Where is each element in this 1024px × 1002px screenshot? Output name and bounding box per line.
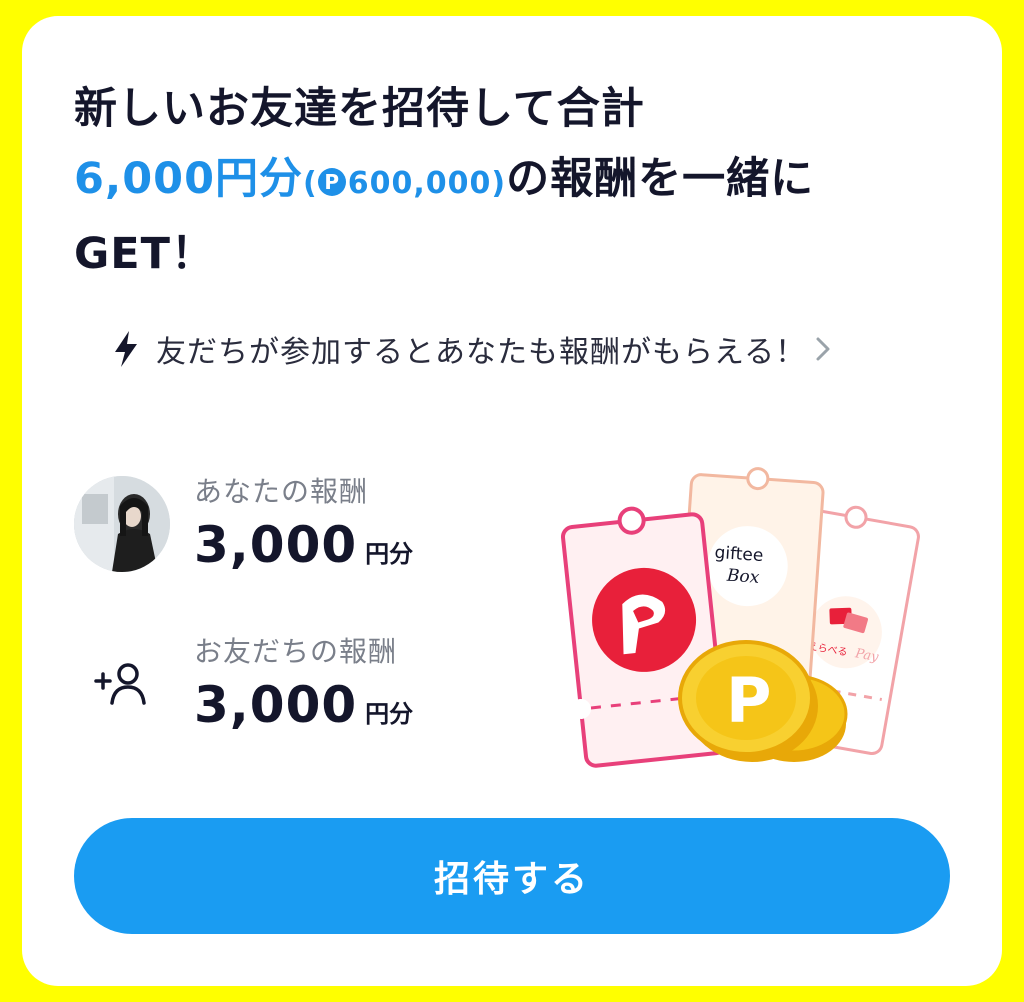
giftee-title: giftee bbox=[714, 543, 764, 566]
headline-line2: 6,000円分(P 600,000)の報酬を一緒に bbox=[74, 144, 954, 219]
reward-amount-you: 3,000 円分 bbox=[194, 516, 413, 574]
reward-info-you: あなたの報酬 3,000 円分 bbox=[194, 474, 413, 574]
avatar bbox=[74, 476, 170, 572]
headline-line1: 新しいお友達を招待して合計 bbox=[74, 84, 645, 134]
chevron-right-icon bbox=[816, 337, 830, 361]
info-link-text: 友だちが参加するとあなたも報酬がもらえる！ bbox=[156, 335, 807, 370]
reward-label-friend: お友だちの報酬 bbox=[194, 635, 398, 668]
invite-button[interactable]: 招待する bbox=[74, 818, 950, 934]
reward-row-you: あなたの報酬 3,000 円分 bbox=[74, 474, 413, 574]
reward-value-friend: 3,000 bbox=[194, 676, 358, 734]
avatar-image bbox=[74, 476, 170, 572]
invite-card: 新しいお友達を招待して合計 6,000円分(P 600,000)の報酬を一緒に G… bbox=[22, 16, 1002, 986]
reward-row-friend: お友だちの報酬 3,000 円分 bbox=[74, 634, 413, 734]
headline-amount: 6,000円分 bbox=[74, 154, 304, 204]
reward-info-friend: お友だちの報酬 3,000 円分 bbox=[194, 634, 413, 734]
headline-line2-rest: の報酬を一緒に bbox=[506, 154, 815, 204]
reward-amount-friend: 3,000 円分 bbox=[194, 676, 413, 734]
headline: 新しいお友達を招待して合計 6,000円分(P 600,000)の報酬を一緒に G… bbox=[74, 74, 954, 289]
coin-letter: P bbox=[726, 664, 771, 737]
lightning-bolt-icon bbox=[115, 331, 137, 367]
reward-value-you: 3,000 bbox=[194, 516, 358, 574]
reward-unit-you: 円分 bbox=[365, 540, 414, 568]
reward-label-you: あなたの報酬 bbox=[194, 475, 369, 508]
paypay-point-icon: P bbox=[317, 168, 346, 196]
headline-line3: GET！ bbox=[74, 229, 215, 279]
reward-unit-friend: 円分 bbox=[365, 700, 414, 728]
giftee-subtitle: Box bbox=[725, 566, 760, 588]
headline-points-group: (P 600,000) bbox=[303, 166, 506, 201]
rewards-illustration: えらべる Pay giftee Box P bbox=[560, 467, 920, 768]
paren-close: ) bbox=[491, 166, 507, 201]
info-link[interactable]: 友だちが参加するとあなたも報酬がもらえる！ bbox=[110, 321, 834, 377]
headline-points: 600,000 bbox=[347, 166, 492, 201]
paren-open: ( bbox=[303, 166, 318, 201]
add-friend-icon bbox=[74, 636, 170, 732]
